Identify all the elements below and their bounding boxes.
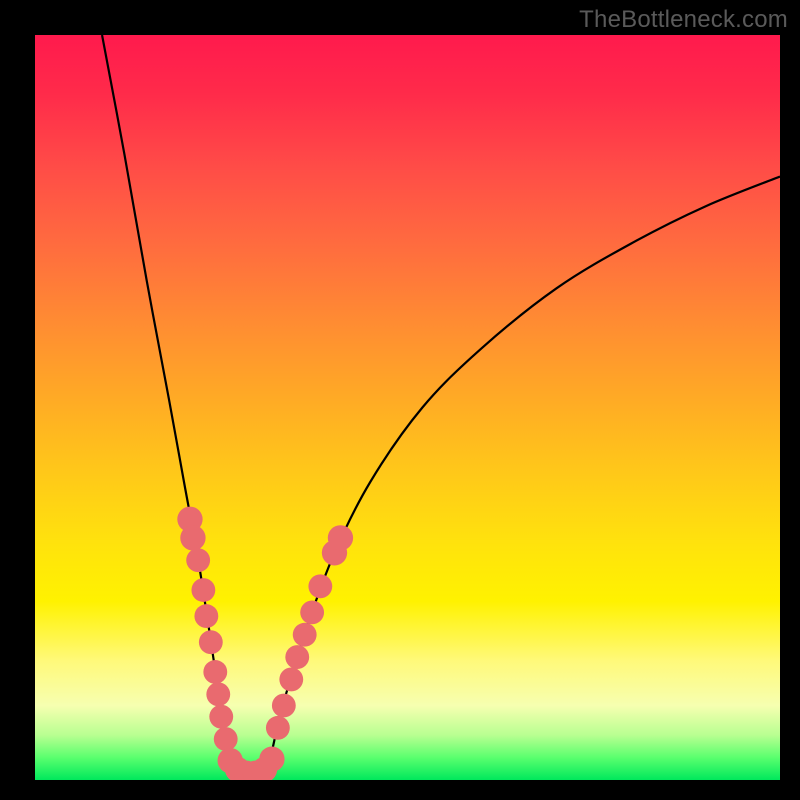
data-dot [194, 604, 218, 628]
data-dot [308, 574, 332, 598]
data-dot [180, 525, 205, 550]
data-dot [300, 600, 324, 624]
data-dot [266, 716, 290, 740]
data-dot [191, 578, 215, 602]
data-dot [199, 630, 223, 654]
data-dot [186, 548, 210, 572]
data-dot [272, 694, 296, 718]
dot-cluster-group [177, 507, 353, 780]
data-dot [285, 645, 309, 669]
data-dot [293, 623, 317, 647]
data-dot [279, 668, 303, 692]
chart-frame: TheBottleneck.com [0, 0, 800, 800]
right-branch-path [266, 177, 780, 780]
data-dot [206, 682, 230, 706]
data-dot [203, 660, 227, 684]
chart-svg [35, 35, 780, 780]
chart-plot-area [35, 35, 780, 780]
data-dot [209, 705, 233, 729]
data-dot [328, 525, 353, 550]
data-dot [259, 746, 284, 771]
watermark-text: TheBottleneck.com [579, 6, 788, 34]
data-dot [214, 727, 238, 751]
curve-right-branch [266, 177, 780, 780]
